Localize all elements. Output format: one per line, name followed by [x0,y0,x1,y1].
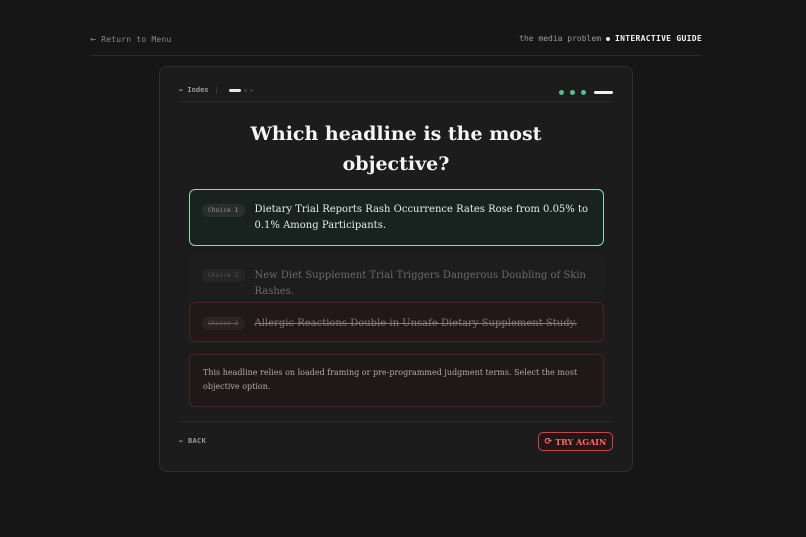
option-text: Allergic Reactions Double in Unsafe Diet… [254,318,578,329]
refresh-icon: ⟳ [544,436,553,447]
brand-dot-icon [606,36,611,41]
option-choice-3[interactable]: Choice 3 Allergic Reactions Double in Un… [189,302,604,342]
return-label: Return to Menu [101,35,172,44]
try-again-label: TRY AGAIN [555,436,607,447]
question-title: Which headline is the most objective? [250,123,542,175]
brand-prefix: the media problem [519,34,602,43]
step-done-dot [559,90,564,95]
option-badge: Choice 2 [202,269,245,282]
option-choice-1[interactable]: Choice 1 Dietary Trial Reports Rash Occu… [189,189,604,246]
step-current-bar [594,91,613,94]
option-choice-2[interactable]: Choice 2 New Diet Supplement Trial Trigg… [189,254,604,297]
top-bar: ← Return to Menu the media problem INTER… [90,28,702,56]
option-text: Dietary Trial Reports Rash Occurrence Ra… [254,204,589,231]
mini-progress-active [228,88,241,92]
step-indicator [559,90,613,95]
option-text: New Diet Supplement Trial Triggers Dange… [254,270,586,297]
arrow-left-icon: ← [90,34,97,45]
index-label: ← Index [179,86,209,94]
step-done-dot [570,90,575,95]
step-done-dot [581,90,586,95]
return-to-menu-link[interactable]: ← Return to Menu [90,34,171,45]
back-button[interactable]: ← BACK [179,437,206,445]
mini-progress-dot [243,88,247,92]
footer-divider [179,421,613,422]
quiz-card: ← Index | Which headline is the most obj… [159,66,633,472]
option-badge: Choice 1 [202,204,245,217]
try-again-button[interactable]: ⟳ TRY AGAIN [538,432,613,451]
mini-progress [228,88,253,92]
mini-progress-dot [249,88,253,92]
index-separator: | [214,86,219,94]
brand: the media problem INTERACTIVE GUIDE [519,34,702,43]
index-link[interactable]: ← Index | [179,86,253,94]
feedback-message: This headline relies on loaded framing o… [189,354,604,407]
card-header: ← Index | [179,82,613,102]
brand-strong: INTERACTIVE GUIDE [615,34,702,43]
option-badge: Choice 3 [202,317,245,330]
